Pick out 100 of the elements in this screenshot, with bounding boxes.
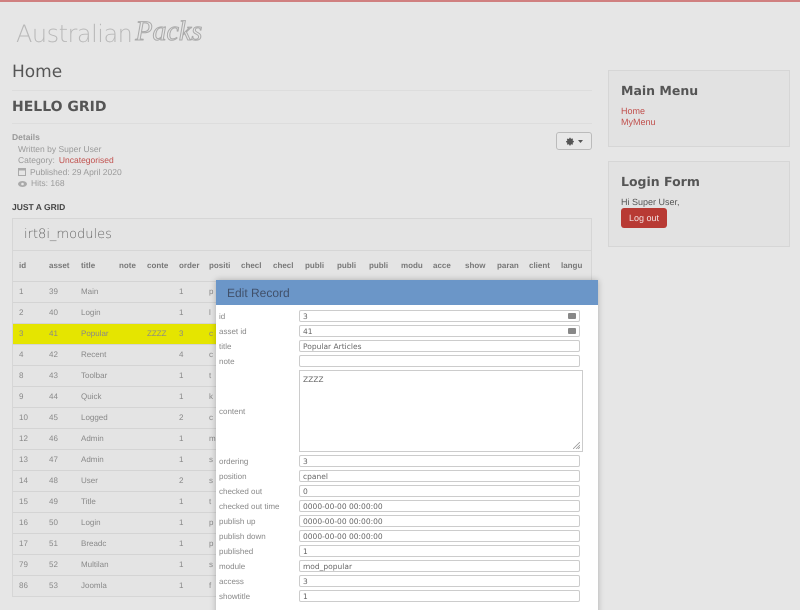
table-cell: 1 bbox=[179, 434, 184, 443]
category-link[interactable]: Uncategorised bbox=[58, 155, 114, 166]
menu-link[interactable]: Home bbox=[621, 106, 646, 117]
table-cell: 1 bbox=[179, 539, 184, 548]
table-cell: p bbox=[209, 518, 214, 527]
table-cell: c bbox=[209, 413, 213, 422]
field-label: checked out time bbox=[219, 502, 280, 510]
table-cell: 44 bbox=[49, 392, 58, 401]
table-cell: 1 bbox=[179, 518, 184, 527]
table-cell: 50 bbox=[49, 518, 58, 527]
column-header[interactable]: publi bbox=[363, 261, 395, 270]
table-cell: 46 bbox=[49, 434, 58, 443]
details-label: Details bbox=[12, 132, 41, 144]
table-cell: Login bbox=[81, 518, 101, 527]
column-header[interactable]: show bbox=[459, 261, 491, 270]
table-cell: Login bbox=[81, 308, 101, 317]
table-cell: Joomla bbox=[81, 581, 107, 590]
table-cell: 13 bbox=[19, 455, 28, 464]
logo-script[interactable]: Packs bbox=[135, 16, 202, 48]
table-cell: 10 bbox=[19, 413, 28, 422]
field-label: note bbox=[219, 356, 236, 366]
table-cell: 1 bbox=[179, 287, 184, 296]
table-cell: 41 bbox=[49, 329, 58, 338]
field-label: title bbox=[219, 342, 232, 350]
column-header[interactable]: note bbox=[113, 261, 141, 270]
column-header[interactable]: title bbox=[75, 261, 113, 270]
logout-button[interactable]: Log out bbox=[621, 208, 668, 228]
table-cell: c bbox=[209, 350, 213, 359]
table-cell: t bbox=[209, 497, 212, 506]
table-cell: 1 bbox=[19, 287, 24, 296]
table-cell: 1 bbox=[179, 560, 184, 569]
field-label: access bbox=[219, 576, 245, 586]
table-cell: Main bbox=[81, 287, 98, 296]
table-cell: 39 bbox=[49, 287, 58, 296]
table-cell: 4 bbox=[19, 350, 24, 359]
field-label: publish down bbox=[219, 532, 267, 540]
field-label: showtitle bbox=[219, 592, 252, 600]
table-cell: 45 bbox=[49, 413, 58, 422]
table-cell: Multilan bbox=[81, 560, 109, 569]
table-cell: 1 bbox=[179, 581, 184, 590]
column-header[interactable]: langu bbox=[555, 261, 587, 270]
table-cell: t bbox=[209, 371, 212, 380]
column-header[interactable]: acce bbox=[427, 261, 459, 270]
table-cell: 3 bbox=[19, 329, 24, 338]
hits-count: Hits: 168 bbox=[31, 178, 65, 190]
column-header[interactable]: client bbox=[523, 261, 555, 270]
input-field[interactable] bbox=[299, 355, 580, 367]
author-text: Written by Super User bbox=[18, 144, 102, 155]
column-header[interactable]: publi bbox=[299, 261, 331, 270]
settings-button[interactable] bbox=[556, 132, 592, 150]
calendar-icon bbox=[18, 168, 26, 176]
page-title: Home bbox=[12, 58, 592, 91]
menu-link[interactable]: MyMenu bbox=[621, 117, 656, 128]
article-title: HELLO GRID bbox=[12, 91, 592, 124]
resize-handle-icon bbox=[573, 442, 580, 449]
table-cell: s bbox=[209, 455, 213, 464]
eye-icon bbox=[18, 180, 27, 187]
column-header[interactable]: asset bbox=[43, 261, 75, 270]
field-label: publish up bbox=[219, 516, 256, 526]
column-header[interactable]: positi bbox=[203, 261, 235, 270]
table-cell: k bbox=[209, 392, 213, 401]
table-cell: 47 bbox=[49, 455, 58, 464]
table-cell: l bbox=[209, 308, 211, 317]
table-cell: 16 bbox=[19, 518, 28, 527]
table-cell: Quick bbox=[81, 392, 102, 401]
column-header[interactable]: checl bbox=[235, 261, 267, 270]
column-header[interactable]: modu bbox=[395, 261, 427, 270]
grid-row[interactable]: 3 41 Popular ZZZZ 3 c bbox=[13, 322, 217, 344]
panel-title: Login Form bbox=[621, 174, 700, 189]
column-header[interactable]: conte bbox=[141, 261, 173, 270]
column-header[interactable]: publi bbox=[331, 261, 363, 270]
published-date: Published: 29 April 2020 bbox=[30, 166, 122, 178]
category-label: Category: bbox=[18, 155, 55, 166]
table-cell: 40 bbox=[49, 308, 58, 317]
table-cell: Recent bbox=[81, 350, 106, 359]
grid-title: irt8i_modules bbox=[13, 218, 591, 250]
table-cell: Toolbar bbox=[81, 371, 108, 380]
column-header[interactable]: checl bbox=[267, 261, 299, 270]
table-cell: 9 bbox=[19, 392, 24, 401]
field-label: ordering bbox=[219, 456, 250, 466]
table-cell: 53 bbox=[49, 581, 58, 590]
caret-icon bbox=[578, 140, 582, 142]
field-label: checked out bbox=[219, 486, 264, 496]
table-cell: Admin bbox=[81, 455, 104, 464]
table-cell: 3 bbox=[179, 329, 184, 338]
table-cell: 48 bbox=[49, 476, 58, 485]
table-cell: 12 bbox=[19, 434, 28, 443]
gear-icon bbox=[566, 136, 574, 146]
table-cell: Admin bbox=[81, 434, 104, 443]
table-cell: 2 bbox=[179, 413, 184, 422]
table-cell: m bbox=[209, 434, 216, 443]
field-label: id bbox=[219, 312, 226, 320]
greeting-text: Hi Super User, bbox=[621, 197, 680, 207]
table-cell: 1 bbox=[179, 455, 184, 464]
table-cell: 1 bbox=[179, 497, 184, 506]
column-header[interactable]: id bbox=[13, 261, 43, 270]
column-header[interactable]: order bbox=[173, 261, 203, 270]
table-cell: s bbox=[209, 476, 213, 485]
table-cell: 4 bbox=[179, 350, 184, 359]
column-header[interactable]: paran bbox=[491, 261, 523, 270]
